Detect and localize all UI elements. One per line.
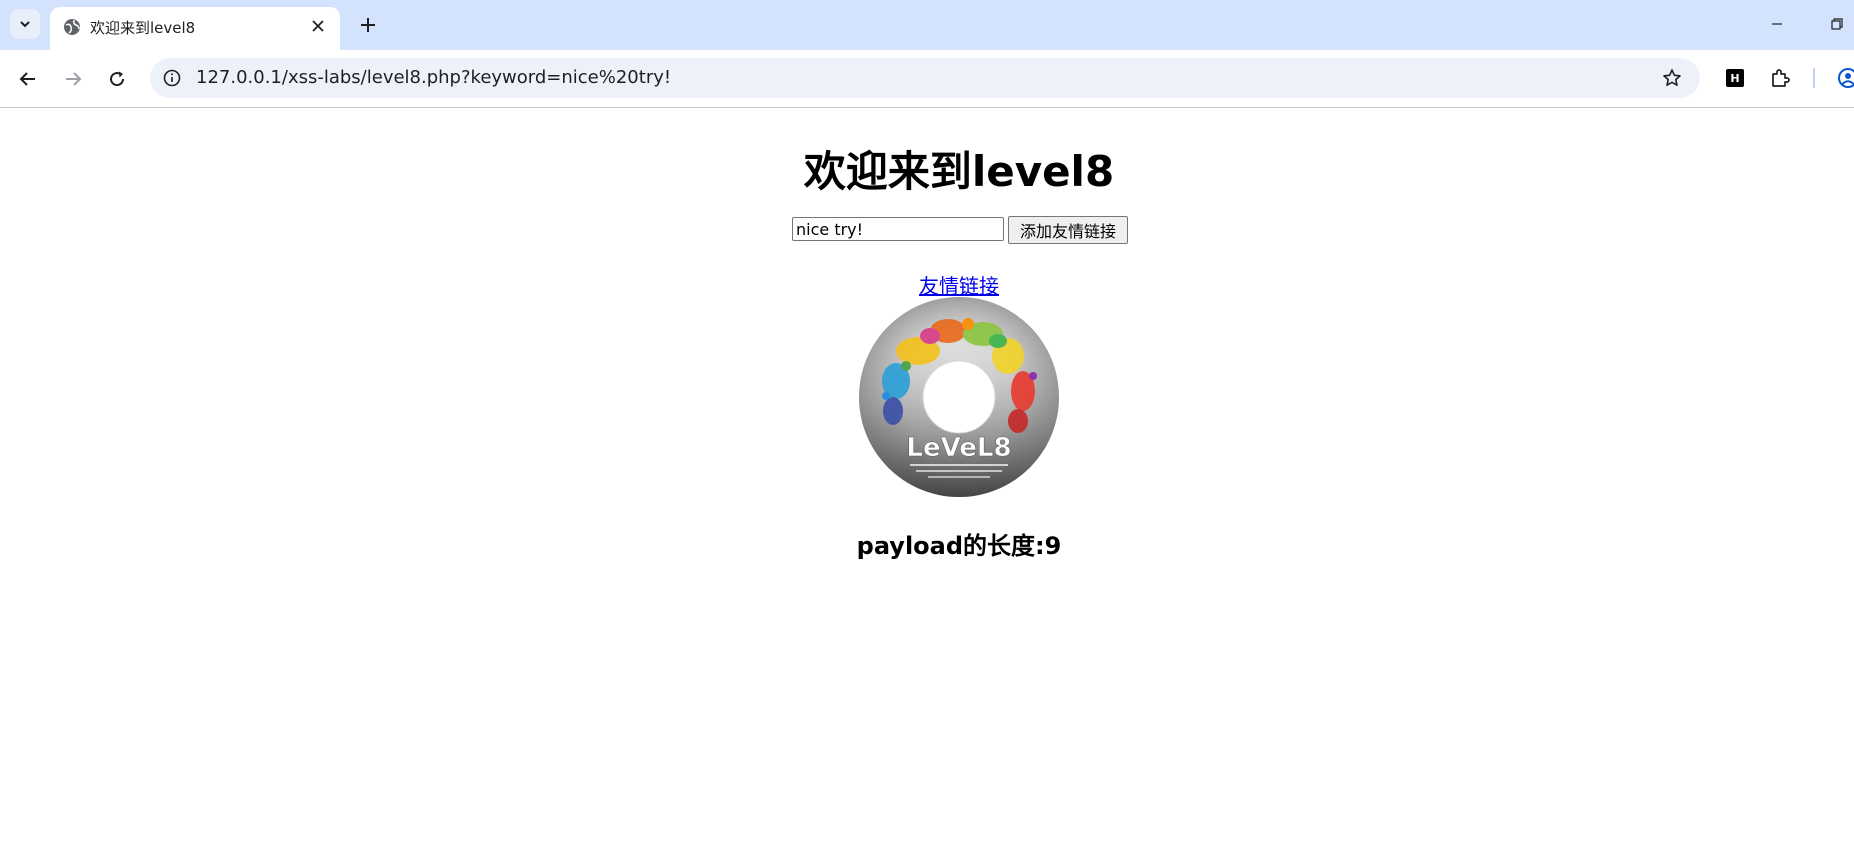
url-text[interactable]: 127.0.0.1/xss-labs/level8.php?keyword=ni…	[196, 67, 671, 88]
reload-icon	[110, 71, 125, 87]
globe-icon	[64, 19, 80, 35]
bookmark-button[interactable]	[1660, 66, 1684, 90]
minimize-icon	[1772, 23, 1782, 25]
plus-icon	[361, 18, 375, 32]
extension-h-icon[interactable]: H	[1726, 69, 1744, 87]
star-icon	[1663, 69, 1681, 86]
toolbar-divider	[1813, 68, 1815, 88]
tab-search-button[interactable]	[10, 9, 40, 39]
disc-brand-text: LeVeL8	[906, 433, 1011, 463]
page-heading: 欢迎来到level8	[803, 147, 1115, 196]
friend-link-wrapper: 友情链接	[0, 270, 1854, 299]
reload-button[interactable]	[101, 63, 133, 95]
friend-link[interactable]: 友情链接	[919, 274, 999, 298]
forward-button[interactable]	[57, 63, 89, 95]
site-info-button[interactable]	[160, 66, 184, 90]
minimize-button[interactable]	[1762, 10, 1792, 38]
restore-icon	[1831, 18, 1843, 30]
back-button[interactable]	[12, 63, 44, 95]
profile-icon	[1838, 68, 1854, 88]
tab-title: 欢迎来到level8	[90, 19, 196, 37]
chevron-down-icon	[20, 21, 30, 28]
close-tab-button[interactable]	[306, 14, 330, 38]
extensions-button[interactable]	[1766, 64, 1794, 92]
close-icon	[312, 20, 324, 32]
new-tab-button[interactable]	[354, 11, 382, 39]
profile-button[interactable]	[1834, 64, 1854, 92]
level8-disc-image: LeVeL8	[859, 297, 1059, 497]
page-content: 欢迎来到level8 添加友情链接 友情链接	[0, 108, 1854, 864]
tab-strip: 欢迎来到level8	[0, 0, 1854, 50]
payload-length-text: payload的长度:9	[856, 532, 1062, 560]
browser-toolbar: 127.0.0.1/xss-labs/level8.php?keyword=ni…	[0, 50, 1854, 108]
puzzle-icon	[1772, 69, 1790, 87]
active-tab[interactable]: 欢迎来到level8	[50, 7, 340, 50]
keyword-input[interactable]	[792, 217, 1004, 241]
arrow-right-icon	[66, 72, 82, 86]
address-bar[interactable]: 127.0.0.1/xss-labs/level8.php?keyword=ni…	[150, 58, 1700, 98]
restore-button[interactable]	[1822, 10, 1852, 38]
arrow-left-icon	[19, 72, 35, 86]
info-icon	[163, 69, 181, 87]
add-link-button[interactable]: 添加友情链接	[1008, 216, 1128, 244]
